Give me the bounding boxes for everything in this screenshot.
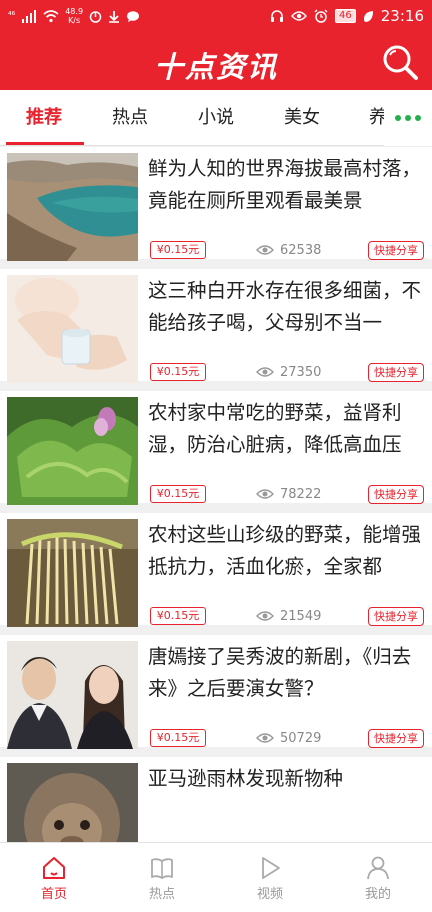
quick-share-button[interactable]: 快捷分享 (368, 729, 424, 748)
reward-badge: ¥0.15元 (150, 729, 206, 747)
article-thumbnail-sprouts[interactable] (7, 519, 138, 627)
nav-home-label: 首页 (40, 887, 67, 902)
view-count: 78222 (256, 485, 321, 503)
nav-mine[interactable]: 我的 (324, 843, 432, 912)
view-count-value: 78222 (280, 486, 322, 502)
tab-novel[interactable]: 小说 (176, 90, 256, 146)
article-thumbnail-actors[interactable] (7, 641, 138, 749)
article-title[interactable]: 鲜为人知的世界海拔最高村落，竟能在厕所里观看最美景 (148, 153, 426, 217)
nav-video[interactable]: 视频 (216, 843, 324, 912)
view-count: 21549 (256, 607, 321, 625)
article-card[interactable]: 农村家中常吃的野菜，益肾利湿，防治心脏病，降低高血压 ¥0.15元 78222 … (0, 391, 432, 505)
download-icon (109, 10, 120, 23)
eye-icon (256, 733, 274, 743)
play-icon (262, 857, 280, 879)
app-notification-icon (89, 10, 102, 23)
article-title[interactable]: 亚马逊雨林发现新物种 (148, 763, 426, 827)
more-dot-icon (415, 115, 421, 121)
eye-icon (256, 367, 274, 377)
eye-comfort-icon (291, 11, 307, 21)
more-dot-icon (405, 115, 411, 121)
alarm-icon (314, 9, 328, 23)
nav-home[interactable]: 首页 (0, 843, 108, 912)
speed-value: 48.9 (65, 7, 84, 16)
eye-icon (256, 489, 274, 499)
signal-icon (22, 10, 37, 23)
app-header: 十点资讯 (0, 34, 432, 90)
nav-video-label: 视频 (256, 887, 283, 902)
home-icon (43, 857, 65, 879)
quick-share-button[interactable]: 快捷分享 (368, 607, 424, 626)
article-thumbnail-lake[interactable] (7, 153, 138, 261)
network-speed: 48.9 K/s (65, 7, 83, 25)
article-title[interactable]: 农村家中常吃的野菜，益肾利湿，防治心脏病，降低高血压 (148, 397, 426, 461)
quick-share-button[interactable]: 快捷分享 (368, 363, 424, 382)
status-left: ⁴⁶ 48.9 K/s (8, 7, 140, 25)
status-right: 46 23:16 (270, 7, 424, 25)
reward-badge: ¥0.15元 (150, 241, 206, 259)
bottom-nav: 首页 热点 视频 我的 (0, 842, 432, 912)
quick-share-button[interactable]: 快捷分享 (368, 485, 424, 504)
speed-unit: K/s (68, 16, 81, 25)
category-tabs: 推荐 热点 小说 美女 养 (0, 90, 432, 146)
eye-icon (256, 245, 274, 255)
tab-recommend[interactable]: 推荐 (4, 90, 84, 146)
view-count: 50729 (256, 729, 321, 747)
reward-badge: ¥0.15元 (150, 363, 206, 381)
active-tab-indicator (6, 142, 84, 145)
nav-hot-label: 热点 (148, 887, 175, 902)
view-count-value: 50729 (280, 730, 322, 746)
article-card[interactable]: 唐嫣接了吴秀波的新剧，《归去来》之后要演女警？ ¥0.15元 50729 快捷分… (0, 635, 432, 749)
article-title[interactable]: 唐嫣接了吴秀波的新剧，《归去来》之后要演女警？ (148, 641, 426, 705)
quick-share-button[interactable]: 快捷分享 (368, 241, 424, 260)
view-count: 62538 (256, 241, 321, 259)
article-card[interactable]: 亚马逊雨林发现新物种 (0, 757, 432, 842)
app-title: 十点资讯 (153, 50, 278, 84)
book-icon (151, 858, 173, 879)
headset-icon (271, 10, 284, 22)
article-card[interactable]: 农村这些山珍级的野菜，能增强抵抗力，活血化瘀，全家都 ¥0.15元 21549 … (0, 513, 432, 627)
tab-hot[interactable]: 热点 (90, 90, 170, 146)
article-thumbnail-monkey[interactable] (7, 763, 138, 842)
person-icon (367, 856, 389, 880)
article-title[interactable]: 农村这些山珍级的野菜，能增强抵抗力，活血化瘀，全家都 (148, 519, 426, 583)
leaf-icon (363, 10, 373, 22)
article-thumbnail-baby[interactable] (7, 275, 138, 383)
view-count-value: 62538 (280, 242, 322, 258)
reward-badge: ¥0.15元 (150, 485, 206, 503)
article-card[interactable]: 鲜为人知的世界海拔最高村落，竟能在厕所里观看最美景 ¥0.15元 62538 快… (0, 147, 432, 261)
nav-hot[interactable]: 热点 (108, 843, 216, 912)
search-icon[interactable] (380, 42, 420, 82)
message-icon (127, 10, 140, 22)
network-type: ⁴⁶ (8, 10, 16, 21)
more-tabs-button[interactable] (384, 90, 432, 146)
article-card[interactable]: 这三种白开水存在很多细菌，不能给孩子喝，父母别不当一 ¥0.15元 27350 … (0, 269, 432, 383)
article-title[interactable]: 这三种白开水存在很多细菌，不能给孩子喝，父母别不当一 (148, 275, 426, 339)
tab-beauty[interactable]: 美女 (262, 90, 342, 146)
nav-mine-label: 我的 (364, 887, 391, 902)
status-bar: ⁴⁶ 48.9 K/s 46 23:16 (0, 0, 432, 34)
article-thumbnail-wild-herbs[interactable] (7, 397, 138, 505)
view-count-value: 21549 (280, 608, 322, 624)
clock: 23:16 (380, 7, 424, 25)
battery-indicator: 46 (335, 9, 356, 23)
article-feed: 鲜为人知的世界海拔最高村落，竟能在厕所里观看最美景 ¥0.15元 62538 快… (0, 147, 432, 842)
view-count-value: 27350 (280, 364, 322, 380)
view-count: 27350 (256, 363, 321, 381)
eye-icon (256, 611, 274, 621)
wifi-icon (43, 10, 59, 23)
reward-badge: ¥0.15元 (150, 607, 206, 625)
more-dot-icon (395, 115, 401, 121)
